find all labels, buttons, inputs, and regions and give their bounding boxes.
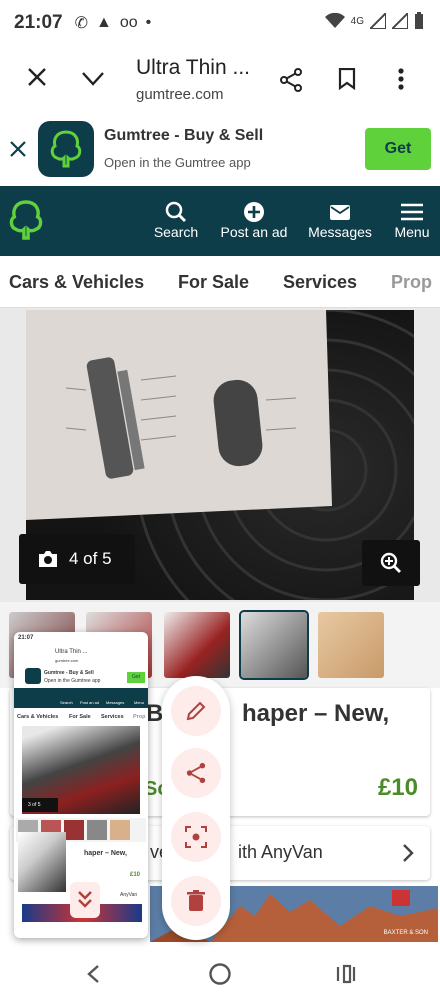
pencil-icon <box>186 701 206 721</box>
preview-url: gumtree.com <box>55 658 79 663</box>
network-label: 4G <box>350 15 364 27</box>
hamburger-icon <box>401 203 423 221</box>
double-chevron-down-icon <box>78 891 92 908</box>
thumbnail-3[interactable] <box>164 612 230 678</box>
image-gallery: 4 of 5 <box>0 308 440 602</box>
share-icon <box>186 762 206 784</box>
dismiss-banner-icon[interactable] <box>10 141 26 157</box>
close-icon[interactable] <box>28 68 46 86</box>
system-navigation-bar <box>0 950 440 1002</box>
nav-search[interactable]: Search <box>152 200 200 240</box>
get-app-button[interactable]: Get <box>365 128 431 170</box>
category-bar: Cars & Vehicles For Sale Services Prop <box>0 256 440 308</box>
gumtree-logo[interactable] <box>8 198 44 242</box>
dot-icon: • <box>145 14 152 31</box>
trash-icon <box>187 890 205 911</box>
preview-nested-thumb <box>18 832 66 892</box>
gumtree-app-logo <box>38 121 94 177</box>
missed-call-icon: ✆ <box>74 15 89 32</box>
plus-circle-icon <box>244 202 264 222</box>
preview-banner-sub: Open in the Gumtree app <box>44 678 101 684</box>
scan-icon <box>185 826 207 848</box>
signal-icon-2 <box>392 13 408 29</box>
lens-button[interactable] <box>171 812 221 862</box>
warning-icon: ▲ <box>96 14 112 31</box>
delivery-text: ith AnyVan <box>238 842 323 862</box>
site-header: Search Post an ad Messages Menu <box>0 186 440 256</box>
app-subtitle: Open in the Gumtree app <box>104 155 251 170</box>
chevron-down-icon[interactable] <box>82 72 104 86</box>
expand-preview-button[interactable] <box>70 882 100 918</box>
advert-text: BAXTER & SON <box>383 930 428 936</box>
page-url: gumtree.com <box>136 86 224 103</box>
more-vert-icon[interactable] <box>398 68 404 90</box>
thumbnail-4[interactable] <box>239 610 309 680</box>
envelope-icon <box>330 205 350 220</box>
chevron-right-icon <box>403 844 414 862</box>
edit-button[interactable] <box>171 686 221 736</box>
browser-toolbar: Ultra Thin ... gumtree.com <box>0 46 440 108</box>
nav-menu[interactable]: Menu <box>390 200 434 240</box>
status-bar: 21:07 ✆ ▲ oo • 4G <box>0 0 440 46</box>
preview-title: Ultra Thin ... <box>55 649 88 655</box>
share-icon[interactable] <box>279 68 303 92</box>
nav-post-ad[interactable]: Post an ad <box>218 200 290 240</box>
search-icon <box>165 201 186 222</box>
preview-time: 21:07 <box>18 635 34 641</box>
bookmark-icon[interactable] <box>338 68 356 90</box>
page-title: Ultra Thin ... <box>136 56 250 79</box>
preview-nav: Search Post an ad Messages Menu <box>14 688 148 708</box>
preview-delivery: AnyVan <box>120 892 138 898</box>
zoom-button[interactable] <box>362 540 420 586</box>
battery-icon <box>415 12 423 29</box>
share-screenshot-button[interactable] <box>171 748 221 798</box>
thumbnail-5[interactable] <box>318 612 384 678</box>
preview-banner-name: Gumtree - Buy & Sell <box>44 670 94 676</box>
zoom-in-icon <box>380 552 401 573</box>
preview-listing-title: haper – New, <box>84 850 127 857</box>
home-icon[interactable] <box>208 962 232 986</box>
preview-get-button: Get <box>127 672 145 683</box>
listing-title-part-2: haper – New, <box>242 700 390 727</box>
category-cars[interactable]: Cars & Vehicles <box>9 272 144 293</box>
category-services[interactable]: Services <box>283 272 357 293</box>
nav-messages[interactable]: Messages <box>306 200 374 240</box>
back-icon[interactable] <box>86 964 100 984</box>
category-for-sale[interactable]: For Sale <box>178 272 249 293</box>
app-name: Gumtree - Buy & Sell <box>104 127 264 144</box>
listing-price: £10 <box>377 774 418 801</box>
preview-app-logo <box>25 668 41 684</box>
recents-icon[interactable] <box>336 964 356 984</box>
voicemail-icon: oo <box>119 14 138 31</box>
signal-icon <box>370 13 386 29</box>
delete-button[interactable] <box>171 876 221 926</box>
photo-counter: 4 of 5 <box>19 534 135 584</box>
screenshot-preview[interactable]: 21:07 Ultra Thin ... gumtree.com Gumtree… <box>14 632 148 938</box>
preview-price: £10 <box>130 872 141 878</box>
category-property[interactable]: Prop <box>391 272 432 293</box>
status-time: 21:07 <box>14 12 63 33</box>
screenshot-action-menu <box>162 676 230 940</box>
wifi-icon <box>324 13 345 28</box>
preview-counter: 3 of 5 <box>22 798 58 812</box>
camera-icon <box>39 551 57 567</box>
app-install-banner: Gumtree - Buy & Sell Open in the Gumtree… <box>0 112 440 186</box>
